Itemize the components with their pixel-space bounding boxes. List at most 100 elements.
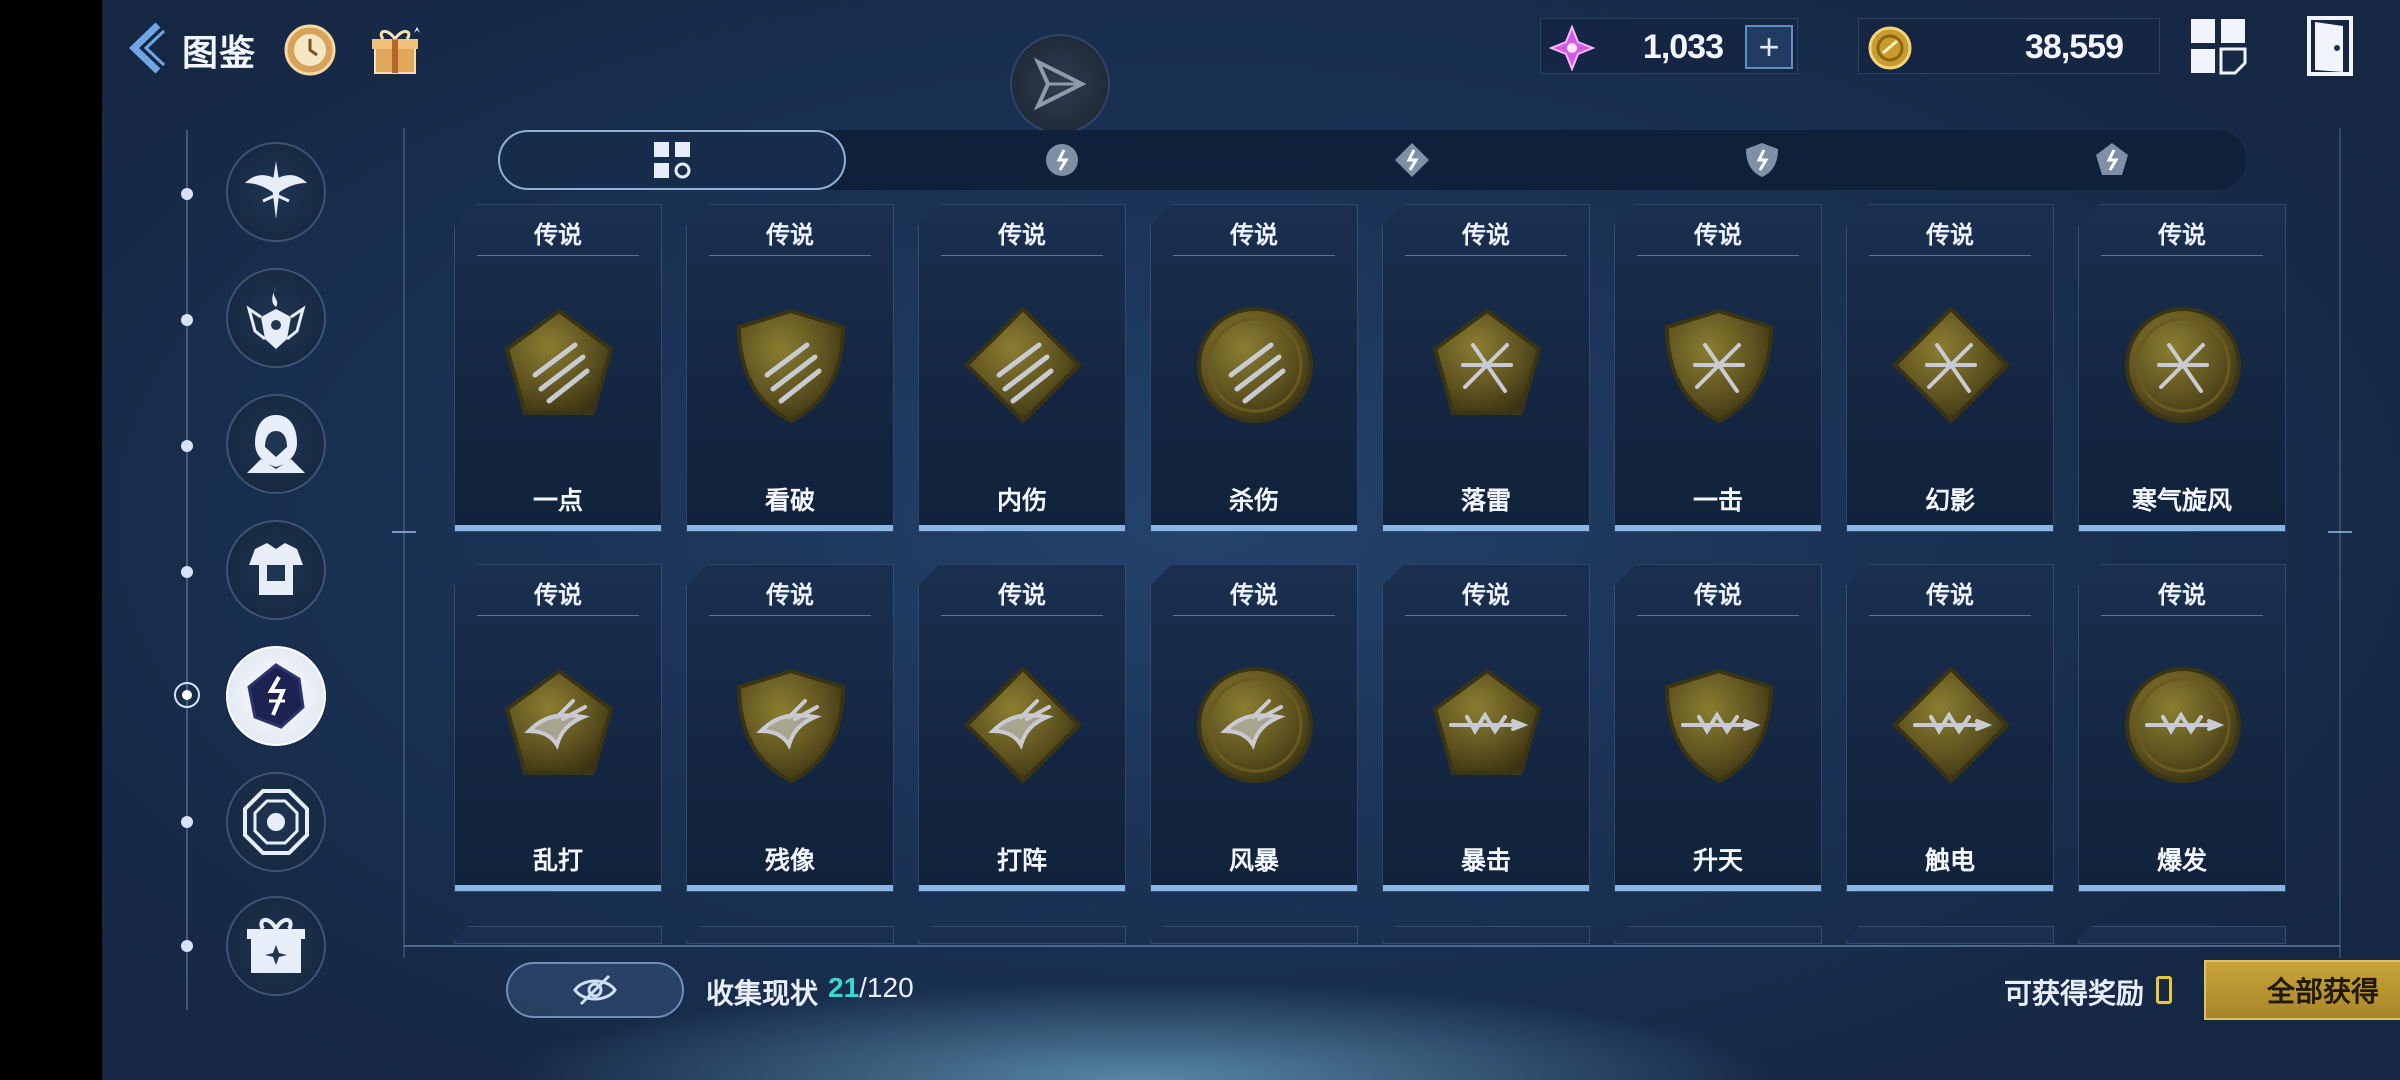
rune-card[interactable]: 传说 残像 bbox=[686, 564, 894, 892]
rarity-label: 传说 bbox=[998, 222, 1046, 249]
rarity-label: 传说 bbox=[534, 582, 582, 609]
rune-round-icon bbox=[2123, 305, 2243, 425]
codex-screen: 图鉴 1,033 + 38,559 传说 一点 传说 看破 传说 内伤 传说 杀… bbox=[102, 0, 2400, 1080]
card-divider bbox=[709, 255, 871, 256]
rune-card-partial bbox=[1846, 926, 2054, 944]
sidebar-item-gem[interactable] bbox=[226, 772, 326, 872]
rune-name: 打阵 bbox=[996, 847, 1047, 875]
add-gem-button[interactable]: + bbox=[1745, 25, 1793, 69]
winged-sword-icon bbox=[245, 161, 307, 219]
rune-card[interactable]: 传说 升天 bbox=[1614, 564, 1822, 892]
back-button[interactable] bbox=[122, 18, 170, 78]
rune-round-icon bbox=[1195, 305, 1315, 425]
card-divider bbox=[941, 255, 1103, 256]
card-divider bbox=[477, 255, 639, 256]
sidebar-dot bbox=[181, 314, 193, 326]
rune-pentagon-icon bbox=[1427, 665, 1547, 785]
rune-name: 看破 bbox=[764, 487, 815, 515]
rune-round-icon bbox=[2123, 665, 2243, 785]
sidebar-dot bbox=[181, 440, 193, 452]
hooded-figure-icon bbox=[247, 415, 305, 473]
rune-name: 内伤 bbox=[996, 487, 1047, 515]
sidebar-item-crest[interactable] bbox=[226, 268, 326, 368]
rune-round-icon bbox=[1195, 665, 1315, 785]
collection-total: /120 bbox=[859, 972, 914, 1003]
sidebar-dot bbox=[181, 566, 193, 578]
card-divider bbox=[1869, 615, 2031, 616]
gem-icon bbox=[1549, 25, 1595, 71]
sidebar-dot-active bbox=[174, 682, 200, 708]
rune-card[interactable]: 传说 一击 bbox=[1614, 204, 1822, 532]
octagon-gem-icon bbox=[243, 789, 309, 855]
sidebar-item-armor[interactable] bbox=[226, 520, 326, 620]
card-divider bbox=[1173, 255, 1335, 256]
rune-name: 残像 bbox=[764, 847, 815, 875]
rune-shield-icon bbox=[1659, 665, 1779, 785]
card-divider bbox=[709, 615, 871, 616]
gift-icon[interactable] bbox=[366, 20, 426, 80]
card-divider bbox=[941, 615, 1103, 616]
gold-currency: 38,559 bbox=[1858, 18, 2160, 74]
rune-diamond-icon bbox=[963, 665, 1083, 785]
rune-card-partial bbox=[918, 926, 1126, 944]
rune-card[interactable]: 传说 乱打 bbox=[454, 564, 662, 892]
rarity-label: 传说 bbox=[1230, 582, 1278, 609]
sidebar-dot bbox=[181, 816, 193, 828]
rune-card[interactable]: 传说 一点 bbox=[454, 204, 662, 532]
gold-coin-icon bbox=[1868, 26, 1912, 70]
left-black-bar bbox=[0, 0, 102, 1080]
rune-card-partial bbox=[1382, 926, 1590, 944]
rune-name: 升天 bbox=[1692, 847, 1743, 875]
exit-door-icon[interactable] bbox=[2300, 16, 2360, 76]
eye-slash-icon bbox=[573, 974, 617, 1006]
claim-all-button[interactable]: 全部获得 bbox=[2204, 960, 2400, 1020]
card-divider bbox=[1869, 255, 2031, 256]
rarity-label: 传说 bbox=[1694, 582, 1742, 609]
rune-card[interactable]: 传说 内伤 bbox=[918, 204, 1126, 532]
rune-name: 落雷 bbox=[1460, 487, 1511, 515]
rarity-label: 传说 bbox=[1462, 582, 1510, 609]
sidebar-item-gift[interactable] bbox=[226, 896, 326, 996]
rarity-label: 传说 bbox=[1926, 582, 1974, 609]
clock-icon[interactable] bbox=[280, 20, 340, 80]
rune-name: 寒气旋风 bbox=[2131, 487, 2232, 515]
rune-card[interactable]: 传说 风暴 bbox=[1150, 564, 1358, 892]
rune-diamond-icon bbox=[1891, 305, 2011, 425]
rune-name: 一点 bbox=[532, 487, 583, 515]
rune-name: 乱打 bbox=[532, 847, 583, 875]
sidebar-item-character[interactable] bbox=[226, 394, 326, 494]
rune-shield-icon bbox=[731, 305, 851, 425]
rune-card[interactable]: 传说 幻影 bbox=[1846, 204, 2054, 532]
card-divider bbox=[2101, 615, 2263, 616]
play-icon[interactable] bbox=[1012, 36, 1108, 132]
rune-name: 暴击 bbox=[1460, 847, 1511, 875]
rune-card-partial bbox=[686, 926, 894, 944]
rune-name: 风暴 bbox=[1228, 847, 1279, 875]
card-divider bbox=[1405, 615, 1567, 616]
rune-name: 幻影 bbox=[1924, 487, 1975, 515]
collection-status-label: 收集现状 bbox=[706, 978, 819, 1009]
rune-card[interactable]: 传说 打阵 bbox=[918, 564, 1126, 892]
rune-card-partial bbox=[2078, 926, 2286, 944]
rarity-label: 传说 bbox=[1462, 222, 1510, 249]
rune-card[interactable]: 传说 暴击 bbox=[1382, 564, 1590, 892]
gift-box-icon bbox=[247, 918, 305, 973]
gem-amount: 1,033 bbox=[1642, 28, 1724, 66]
rune-name: 爆发 bbox=[2156, 847, 2207, 875]
menu-grid-icon[interactable] bbox=[2188, 16, 2248, 76]
sidebar-item-weapon[interactable] bbox=[226, 142, 326, 242]
sidebar-item-rune[interactable] bbox=[226, 646, 326, 746]
rune-card[interactable]: 传说 触电 bbox=[1846, 564, 2054, 892]
rune-card[interactable]: 传说 看破 bbox=[686, 204, 894, 532]
rarity-label: 传说 bbox=[1694, 222, 1742, 249]
rune-card[interactable]: 传说 爆发 bbox=[2078, 564, 2286, 892]
gem-currency: 1,033 + bbox=[1540, 18, 1798, 74]
rarity-label: 传说 bbox=[2158, 222, 2206, 249]
rune-pentagon-icon bbox=[499, 305, 619, 425]
rune-card[interactable]: 传说 落雷 bbox=[1382, 204, 1590, 532]
rune-diamond-icon bbox=[963, 305, 1083, 425]
rune-pentagon-icon bbox=[499, 665, 619, 785]
rune-card[interactable]: 传说 杀伤 bbox=[1150, 204, 1358, 532]
rune-card[interactable]: 传说 寒气旋风 bbox=[2078, 204, 2286, 532]
hide-toggle-button[interactable] bbox=[506, 962, 684, 1018]
